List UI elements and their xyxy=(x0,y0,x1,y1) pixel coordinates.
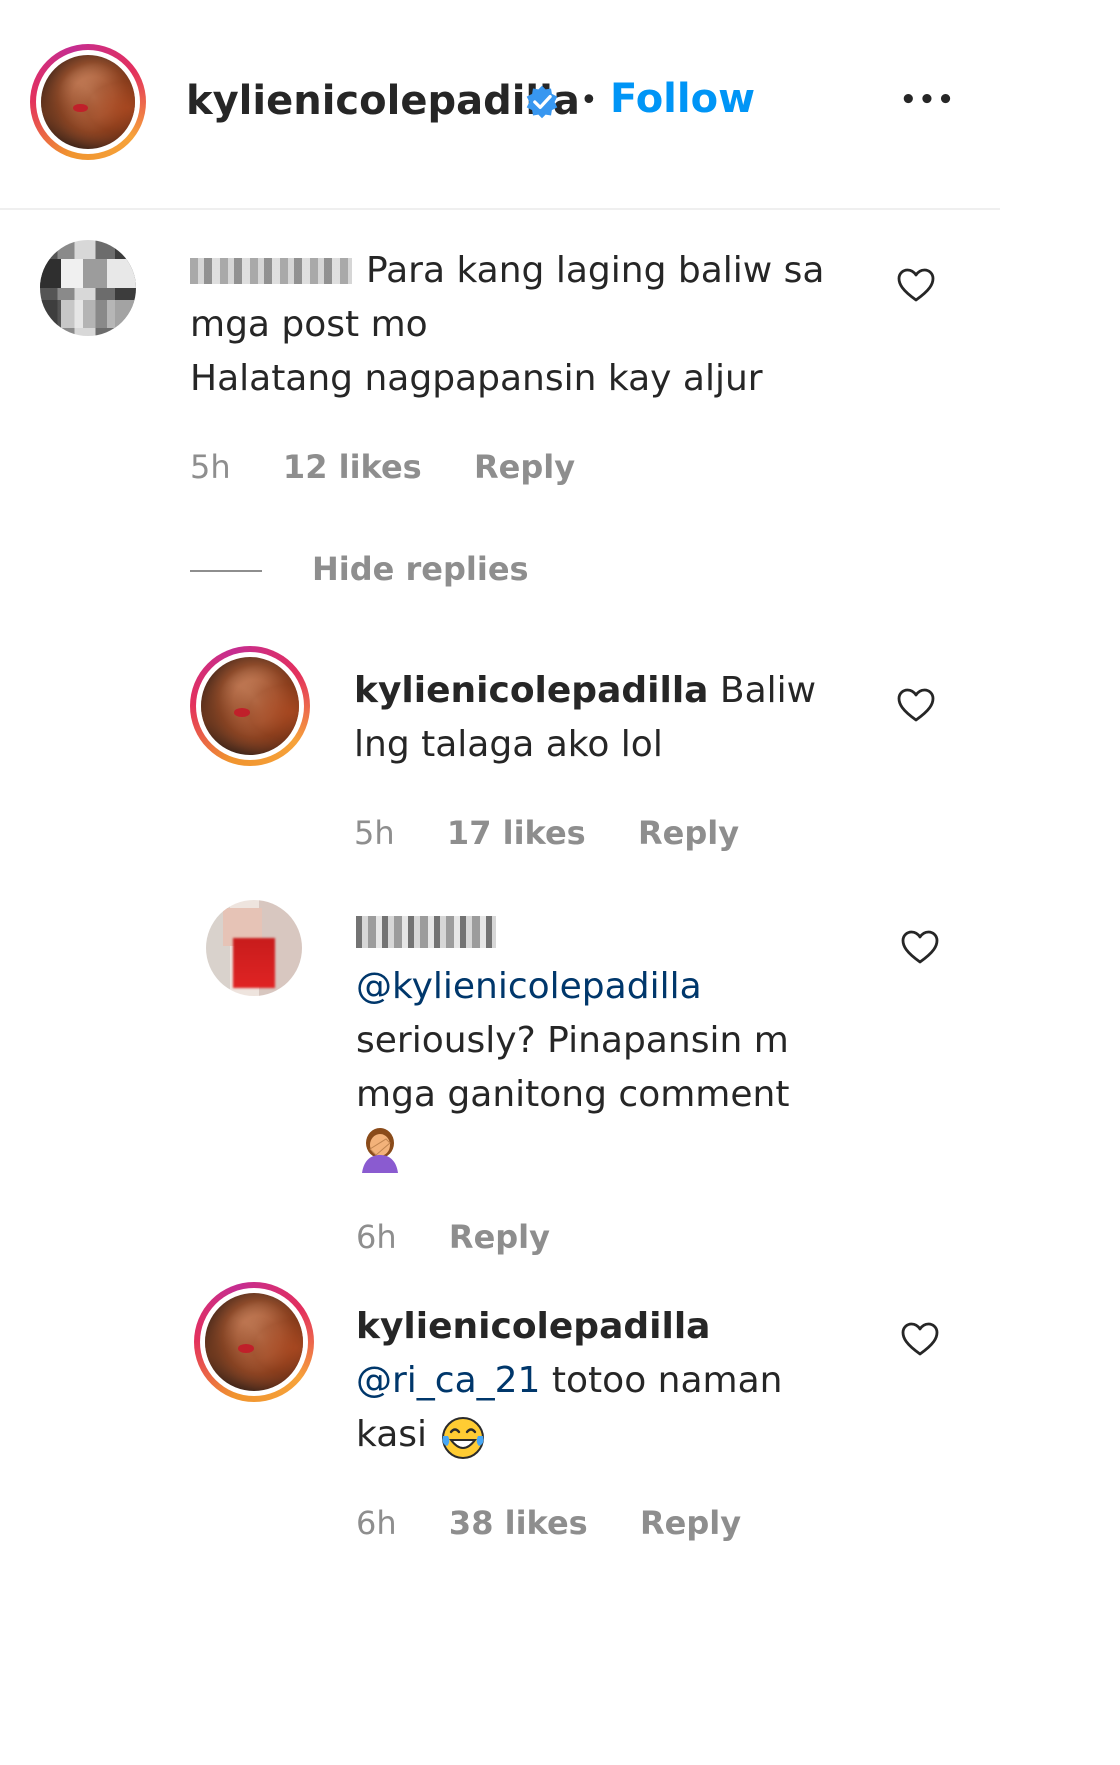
reply3-text: kylienicolepadilla @ri_ca_21 totoo naman… xyxy=(356,1300,876,1462)
header-separator: • xyxy=(580,83,598,118)
follow-button[interactable]: Follow xyxy=(610,74,755,124)
reply2-meta: 6h Reply xyxy=(356,1216,550,1258)
reply1-time: 5h xyxy=(354,814,395,852)
reply1-avatar[interactable] xyxy=(190,646,310,766)
reply3-reply-button[interactable]: Reply xyxy=(640,1504,741,1542)
comment-text: Para kang laging baliw sa mga post mo Ha… xyxy=(190,250,825,399)
reply3-like-heart-icon[interactable] xyxy=(900,1320,940,1360)
reply1-reply-button[interactable]: Reply xyxy=(638,814,739,852)
reply1-likes[interactable]: 17 likes xyxy=(447,814,586,852)
comment-time: 5h xyxy=(190,448,231,486)
reply2-time: 6h xyxy=(356,1218,397,1256)
reply2-username-blurred[interactable] xyxy=(356,916,496,948)
hide-replies-line xyxy=(190,570,262,572)
reply1-username[interactable]: kylienicolepadilla xyxy=(354,670,708,711)
comment-likes[interactable]: 12 likes xyxy=(283,448,422,486)
reply1-like-heart-icon[interactable] xyxy=(896,686,936,726)
comment-meta: 5h 12 likes Reply xyxy=(190,446,575,488)
reply3-username[interactable]: kylienicolepadilla xyxy=(356,1306,710,1347)
reply2-reply-button[interactable]: Reply xyxy=(449,1218,550,1256)
reply1-text: kylienicolepadilla Baliw lng talaga ako … xyxy=(354,670,817,765)
reply2-text: @kylienicolepadilla seriously? Pinapansi… xyxy=(356,960,876,1176)
reply2-mention[interactable]: @kylienicolepadilla xyxy=(356,966,702,1007)
verified-badge-icon xyxy=(526,85,558,119)
reply3-meta: 6h 38 likes Reply xyxy=(356,1502,741,1544)
comment-reply-button[interactable]: Reply xyxy=(474,448,575,486)
tears-of-joy-emoji-icon xyxy=(439,1414,484,1459)
post-author-username[interactable]: kylienicolepadilla xyxy=(186,76,580,126)
reply3-mention[interactable]: @ri_ca_21 xyxy=(356,1360,540,1401)
header-divider xyxy=(0,208,1000,210)
like-comment-heart-icon[interactable] xyxy=(896,266,936,306)
reply3-time: 6h xyxy=(356,1504,397,1542)
commenter-avatar[interactable] xyxy=(40,240,136,336)
woman-facepalming-emoji-icon xyxy=(356,1125,404,1175)
post-author-avatar[interactable] xyxy=(30,44,146,160)
reply1-meta: 5h 17 likes Reply xyxy=(354,812,739,854)
reply2-like-heart-icon[interactable] xyxy=(900,928,940,968)
reply3-likes[interactable]: 38 likes xyxy=(449,1504,588,1542)
reply3-avatar[interactable] xyxy=(194,1282,314,1402)
more-options-icon[interactable]: ••• xyxy=(900,80,956,120)
reply2-avatar[interactable] xyxy=(206,900,302,996)
hide-replies-button[interactable]: Hide replies xyxy=(312,548,529,590)
